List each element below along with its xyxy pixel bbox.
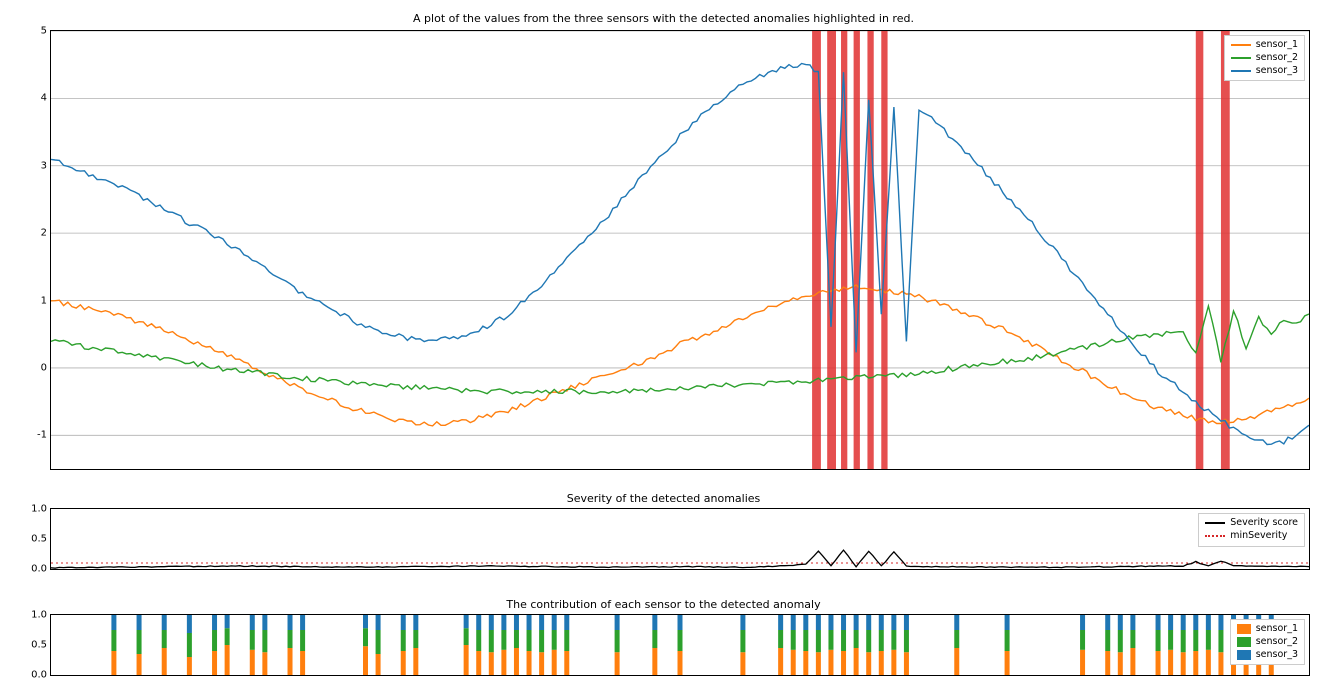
swatch-icon: [1231, 44, 1251, 46]
ytick-label: 1.0: [23, 610, 47, 621]
legend-sensors: sensor_1 sensor_2 sensor_3: [1224, 35, 1305, 81]
severity-plot-svg: [51, 509, 1309, 569]
legend-row: sensor_3: [1231, 65, 1298, 78]
subplot3-title: The contribution of each sensor to the d…: [10, 598, 1317, 611]
ytick-label: 3: [23, 160, 47, 171]
legend-label: sensor_2: [1256, 636, 1298, 649]
ytick-label: 0: [23, 362, 47, 373]
legend-row: sensor_3: [1237, 649, 1298, 662]
ytick-label: 2: [23, 228, 47, 239]
ytick-label: 1: [23, 295, 47, 306]
subplot-severity: Severity score minSeverity 0.00.51.0: [50, 508, 1310, 570]
legend-contribution: sensor_1 sensor_2 sensor_3: [1230, 619, 1305, 665]
legend-label: Severity score: [1230, 517, 1298, 530]
contribution-plot-svg: [51, 615, 1309, 675]
swatch-icon: [1231, 70, 1251, 72]
legend-row: sensor_1: [1231, 39, 1298, 52]
swatch-icon: [1231, 57, 1251, 59]
legend-row: minSeverity: [1205, 530, 1298, 543]
ytick-label: 5: [23, 26, 47, 37]
ytick-label: 0.5: [23, 534, 47, 545]
legend-label: sensor_3: [1256, 649, 1298, 662]
sensors-plot-svg: [51, 31, 1309, 469]
swatch-icon: [1205, 535, 1225, 537]
ytick-label: 4: [23, 93, 47, 104]
legend-row: sensor_2: [1237, 636, 1298, 649]
legend-row: sensor_1: [1237, 623, 1298, 636]
subplot1-title: A plot of the values from the three sens…: [10, 12, 1317, 25]
ytick-label: 0.0: [23, 564, 47, 575]
ytick-label: -1: [23, 430, 47, 441]
legend-row: sensor_2: [1231, 52, 1298, 65]
swatch-icon: [1237, 650, 1251, 660]
legend-row: Severity score: [1205, 517, 1298, 530]
figure: A plot of the values from the three sens…: [10, 10, 1317, 683]
swatch-icon: [1237, 637, 1251, 647]
swatch-icon: [1237, 624, 1251, 634]
subplot2-title: Severity of the detected anomalies: [10, 492, 1317, 505]
subplot-sensors: sensor_1 sensor_2 sensor_3 -1012345: [50, 30, 1310, 470]
ytick-label: 0.0: [23, 670, 47, 681]
ytick-label: 0.5: [23, 640, 47, 651]
legend-label: sensor_1: [1256, 623, 1298, 636]
ytick-label: 1.0: [23, 504, 47, 515]
legend-label: minSeverity: [1230, 530, 1287, 543]
subplot-contribution: sensor_1 sensor_2 sensor_3 0.00.51.0: [50, 614, 1310, 676]
legend-label: sensor_2: [1256, 52, 1298, 65]
legend-severity: Severity score minSeverity: [1198, 513, 1305, 547]
legend-label: sensor_1: [1256, 39, 1298, 52]
legend-label: sensor_3: [1256, 65, 1298, 78]
swatch-icon: [1205, 522, 1225, 524]
